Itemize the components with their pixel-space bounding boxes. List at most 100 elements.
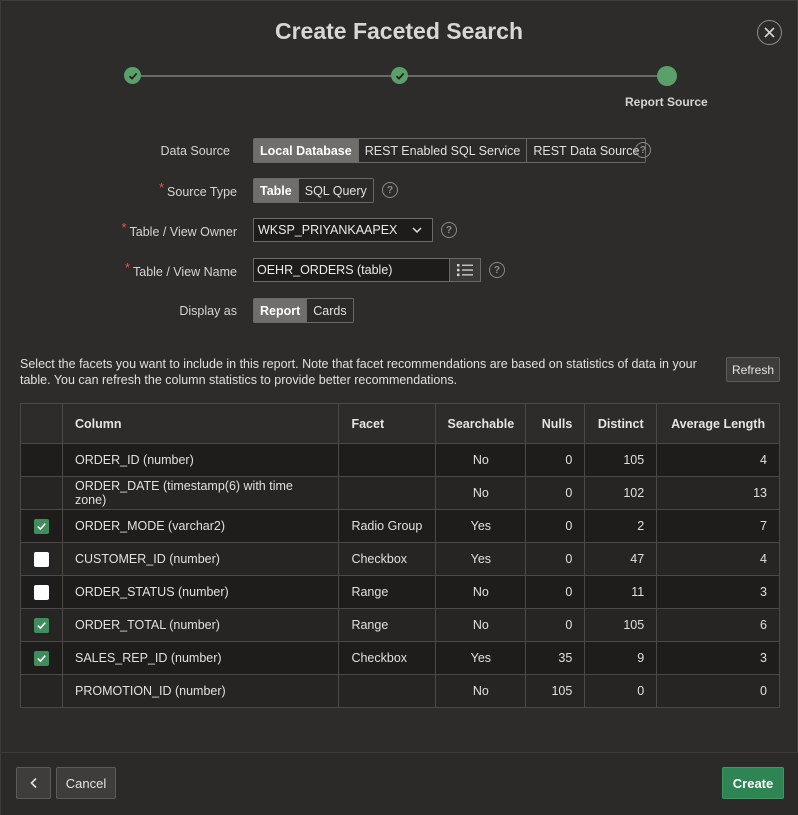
table-owner-select[interactable]: WKSP_PRIYANKAAPEX	[253, 218, 433, 242]
data-source-selector: Local Database REST Enabled SQL Service …	[253, 138, 647, 163]
cell-column: ORDER_MODE (varchar2)	[61, 509, 340, 543]
header-facet[interactable]: Facet	[338, 403, 437, 444]
close-button[interactable]	[757, 20, 782, 45]
wizard-step-3-current	[657, 66, 677, 86]
cell-nulls: 0	[525, 476, 586, 510]
cell-column: PROMOTION_ID (number)	[61, 674, 340, 708]
source-type-selector: Table SQL Query	[253, 178, 374, 203]
required-marker: *	[158, 180, 165, 195]
cell-average-length: 4	[656, 542, 780, 576]
cell-searchable: No	[435, 443, 527, 477]
refresh-button[interactable]: Refresh	[726, 357, 780, 382]
cell-facet: Radio Group	[338, 509, 437, 543]
table-header-row: Column Facet Searchable Nulls Distinct A…	[20, 403, 780, 444]
header-distinct[interactable]: Distinct	[584, 403, 658, 444]
dialog-footer	[1, 752, 798, 815]
table-row: PROMOTION_ID (number) No 105 0 0	[20, 674, 780, 708]
source-type-help-icon[interactable]: ?	[382, 182, 398, 198]
cell-facet: Checkbox	[338, 542, 437, 576]
check-icon	[128, 72, 137, 80]
cell-nulls: 0	[525, 509, 586, 543]
cell-nulls: 0	[525, 443, 586, 477]
create-button[interactable]: Create	[722, 767, 784, 799]
wizard-step-2	[391, 67, 408, 84]
header-select	[20, 403, 63, 444]
table-row: ORDER_DATE (timestamp(6) with time zone)…	[20, 476, 780, 510]
cancel-button[interactable]: Cancel	[56, 767, 116, 799]
cell-average-length: 4	[656, 443, 780, 477]
faceted-search-dialog: Create Faceted Search Report Source Data…	[0, 0, 798, 815]
table-row: CUSTOMER_ID (number) Checkbox Yes 0 47 4	[20, 542, 780, 576]
wizard-step-1	[124, 67, 141, 84]
cell-distinct: 105	[584, 608, 658, 642]
data-source-help-icon[interactable]: ?	[635, 142, 651, 158]
facet-columns-table: Column Facet Searchable Nulls Distinct A…	[20, 403, 780, 708]
cell-distinct: 9	[584, 641, 658, 675]
table-owner-label: * Table / View Owner	[121, 220, 237, 239]
cell-distinct: 11	[584, 575, 658, 609]
row-select-cell	[20, 575, 63, 609]
data-source-option-rest-data-source[interactable]: REST Data Source	[527, 139, 646, 162]
list-icon	[457, 264, 473, 277]
cell-facet: Checkbox	[338, 641, 437, 675]
cell-searchable: No	[435, 674, 527, 708]
cell-searchable: Yes	[435, 509, 527, 543]
display-as-option-report[interactable]: Report	[254, 299, 308, 322]
dialog-title: Create Faceted Search	[274, 18, 523, 44]
header-nulls[interactable]: Nulls	[525, 403, 586, 444]
close-icon	[764, 27, 775, 38]
required-marker: *	[124, 260, 130, 275]
table-row: ORDER_MODE (varchar2) Radio Group Yes 0 2 7	[20, 509, 780, 543]
check-icon	[395, 72, 404, 80]
table-row: SALES_REP_ID (number) Checkbox Yes 35 9 3	[20, 641, 780, 675]
cell-nulls: 105	[525, 674, 586, 708]
data-source-option-rest-enabled-sql[interactable]: REST Enabled SQL Service	[358, 139, 528, 162]
table-name-label: * Table / View Name	[124, 260, 237, 279]
facet-checkbox[interactable]	[33, 650, 49, 666]
row-select-cell	[20, 509, 63, 543]
row-select-cell	[20, 476, 63, 510]
cell-average-length: 6	[656, 608, 780, 642]
cell-searchable: No	[435, 608, 527, 642]
row-select-cell	[20, 542, 63, 576]
chevron-left-icon	[29, 777, 37, 789]
facet-checkbox[interactable]	[33, 617, 49, 633]
cell-average-length: 7	[656, 509, 780, 543]
cell-average-length: 3	[656, 641, 780, 675]
data-source-option-local-database[interactable]: Local Database	[254, 139, 359, 162]
source-type-label: * Source Type	[158, 180, 237, 199]
facet-checkbox[interactable]	[33, 518, 49, 534]
cell-nulls: 35	[525, 641, 586, 675]
cell-column: ORDER_DATE (timestamp(6) with time zone)	[61, 476, 340, 510]
cell-searchable: No	[435, 476, 527, 510]
table-name-help-icon[interactable]: ?	[489, 262, 505, 278]
facet-checkbox[interactable]	[33, 551, 49, 567]
display-as-option-cards[interactable]: Cards	[307, 299, 353, 322]
row-select-cell	[20, 608, 63, 642]
table-row: ORDER_STATUS (number) Range No 0 11 3	[20, 575, 780, 609]
header-average-length[interactable]: Average Length	[656, 403, 780, 444]
source-type-option-table[interactable]: Table	[254, 179, 299, 202]
required-marker: *	[121, 220, 127, 235]
table-name-input[interactable]	[253, 258, 450, 282]
cell-facet	[338, 443, 437, 477]
display-as-selector: Report Cards	[253, 298, 354, 323]
check-icon	[37, 654, 46, 662]
cell-searchable: Yes	[435, 542, 527, 576]
cell-searchable: No	[435, 575, 527, 609]
cell-column: CUSTOMER_ID (number)	[61, 542, 340, 576]
header-searchable[interactable]: Searchable	[435, 403, 527, 444]
facet-checkbox[interactable]	[33, 584, 49, 600]
cell-distinct: 105	[584, 443, 658, 477]
cell-facet: Range	[338, 608, 437, 642]
source-type-option-sql-query[interactable]: SQL Query	[298, 179, 373, 202]
table-owner-help-icon[interactable]: ?	[441, 222, 457, 238]
cell-column: ORDER_STATUS (number)	[61, 575, 340, 609]
cell-nulls: 0	[525, 542, 586, 576]
cell-column: SALES_REP_ID (number)	[61, 641, 340, 675]
previous-button[interactable]	[16, 767, 51, 799]
table-name-list-button[interactable]	[449, 258, 481, 282]
cell-average-length: 13	[656, 476, 780, 510]
cell-column: ORDER_ID (number)	[61, 443, 340, 477]
header-column[interactable]: Column	[61, 403, 340, 444]
